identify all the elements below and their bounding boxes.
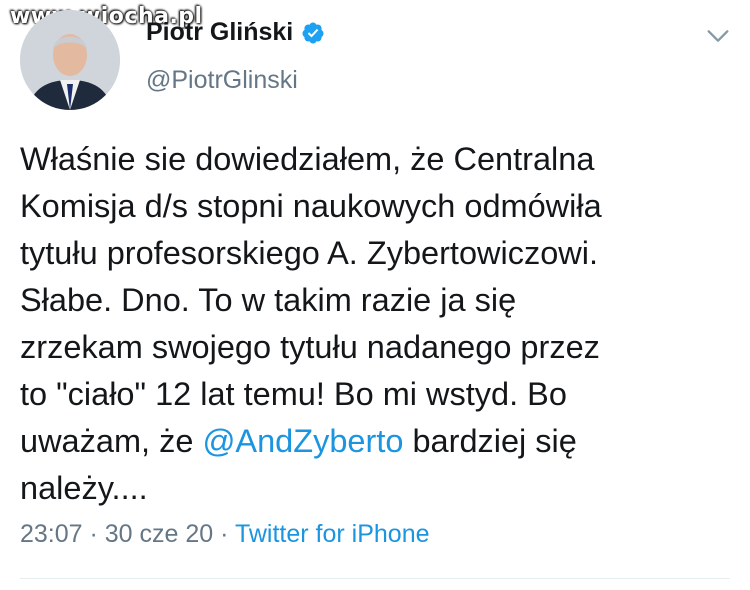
tweet-line: należy....	[20, 470, 148, 506]
tweet-line: to "ciało" 12 lat temu! Bo mi wstyd. Bo	[20, 376, 567, 412]
mention-link[interactable]: @AndZyberto	[202, 423, 403, 459]
avatar-photo	[20, 10, 120, 110]
name-row: Piotr Gliński	[146, 18, 325, 47]
avatar[interactable]	[20, 10, 120, 110]
tweet-text-fragment: uważam, że	[20, 423, 203, 459]
chevron-down-icon[interactable]	[704, 22, 732, 50]
verified-badge-icon	[302, 22, 324, 43]
tweet-header: Piotr Gliński @PiotrGlinski	[0, 0, 750, 120]
meta-separator: ·	[213, 520, 235, 548]
tweet-source-link[interactable]: Twitter for iPhone	[235, 520, 430, 548]
tweet-line: tytułu profesorskiego A. Zybertowiczowi.	[20, 235, 599, 271]
tweet-date[interactable]: 30 cze 20	[105, 520, 213, 548]
user-handle[interactable]: @PiotrGlinski	[146, 66, 298, 95]
tweet-line: Właśnie sie dowiedziałem, że Centralna	[20, 141, 595, 177]
tweet-time[interactable]: 23:07	[20, 520, 83, 548]
tweet-line: Komisja d/s stopni naukowych odmówiła	[20, 188, 602, 224]
meta-separator: ·	[82, 520, 105, 548]
display-name[interactable]: Piotr Gliński	[146, 18, 293, 47]
tweet-meta: 23:07 · 30 cze 20 · Twitter for iPhone	[20, 520, 430, 549]
tweet-line: zrzekam swojego tytułu nadanego przez	[20, 329, 600, 365]
divider	[20, 578, 730, 579]
tweet-line: Słabe. Dno. To w takim razie ja się	[20, 282, 517, 318]
tweet-line: uważam, że @AndZyberto bardziej się	[20, 418, 735, 465]
tweet-text-fragment: bardziej się	[403, 423, 577, 459]
tweet-text: Właśnie sie dowiedziałem, że Centralna K…	[20, 136, 735, 512]
